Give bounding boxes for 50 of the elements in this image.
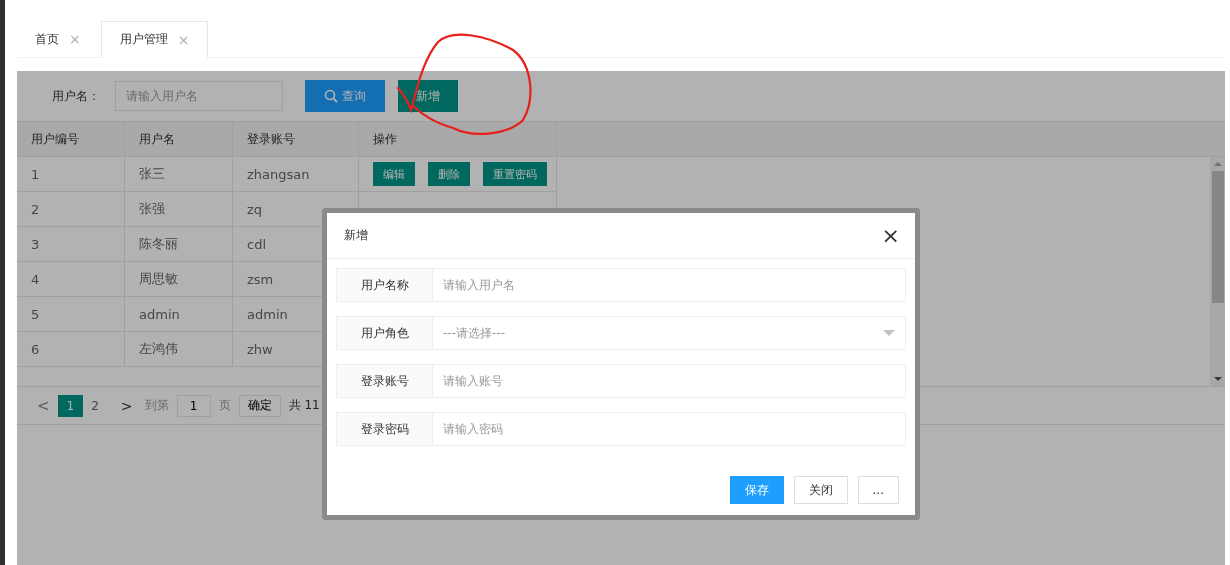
- table-cell: 周思敏: [125, 262, 233, 296]
- table-cell: 5: [17, 297, 125, 331]
- table-cell: 张强: [125, 192, 233, 226]
- row-action-button[interactable]: 编辑: [373, 162, 415, 186]
- tab[interactable]: 用户管理 ×: [100, 21, 209, 58]
- goto-label: 到第: [144, 397, 169, 414]
- table-cell: 陈冬丽: [125, 227, 233, 261]
- dialog-button[interactable]: ...: [857, 476, 899, 504]
- page-button[interactable]: 1: [57, 394, 84, 417]
- table-cell: 左鸿伟: [125, 332, 233, 366]
- input-field[interactable]: 请输入密码: [433, 412, 906, 446]
- close-button[interactable]: ×: [881, 224, 900, 247]
- page-unit: 页: [218, 397, 231, 414]
- table-cell: admin: [125, 297, 233, 331]
- input-field[interactable]: 请输入账号: [433, 364, 906, 398]
- table-cell: 2: [17, 192, 125, 226]
- row-action-button[interactable]: 删除: [428, 162, 470, 186]
- field-label: 登录账号: [336, 364, 433, 398]
- select-field[interactable]: ---请选择---: [433, 316, 906, 350]
- column-header: 登录账号: [233, 122, 359, 156]
- search-button[interactable]: 查询: [305, 80, 385, 112]
- column-header: 用户名: [125, 122, 233, 156]
- table-cell: zhangsan: [233, 157, 359, 191]
- page-button[interactable]: 2: [83, 394, 107, 417]
- table-cell: 4: [17, 262, 125, 296]
- column-header: 用户编号: [17, 122, 125, 156]
- search-icon: [324, 89, 338, 103]
- dropdown-arrow-icon: [883, 329, 895, 337]
- confirm-button[interactable]: 确定: [238, 394, 281, 417]
- field-label: 用户名称: [336, 268, 433, 302]
- table-cell: 1: [17, 157, 125, 191]
- table-cell: 3: [17, 227, 125, 261]
- input-field[interactable]: 请输入用户名: [433, 268, 906, 302]
- column-header: 操作: [359, 122, 557, 156]
- tab[interactable]: 首页 ×: [17, 21, 99, 57]
- next-page-button[interactable]: >: [112, 394, 141, 417]
- row-action-button[interactable]: 重置密码: [483, 162, 547, 186]
- field-label: 用户角色: [336, 316, 433, 350]
- save-button[interactable]: 保存: [729, 476, 784, 504]
- table-cell: 6: [17, 332, 125, 366]
- scrollbar[interactable]: [1210, 157, 1225, 386]
- field-label: 登录密码: [336, 412, 433, 446]
- dialog-button[interactable]: 关闭: [793, 476, 848, 504]
- add-button[interactable]: 新增: [398, 80, 458, 112]
- page-field[interactable]: 1: [176, 394, 211, 417]
- search-field[interactable]: 请输入用户名: [115, 81, 283, 111]
- table-cell: 张三: [125, 157, 233, 191]
- search-label: 用户名：: [52, 87, 101, 105]
- total-count: 共 11: [288, 397, 320, 414]
- prev-page-button[interactable]: <: [29, 394, 58, 417]
